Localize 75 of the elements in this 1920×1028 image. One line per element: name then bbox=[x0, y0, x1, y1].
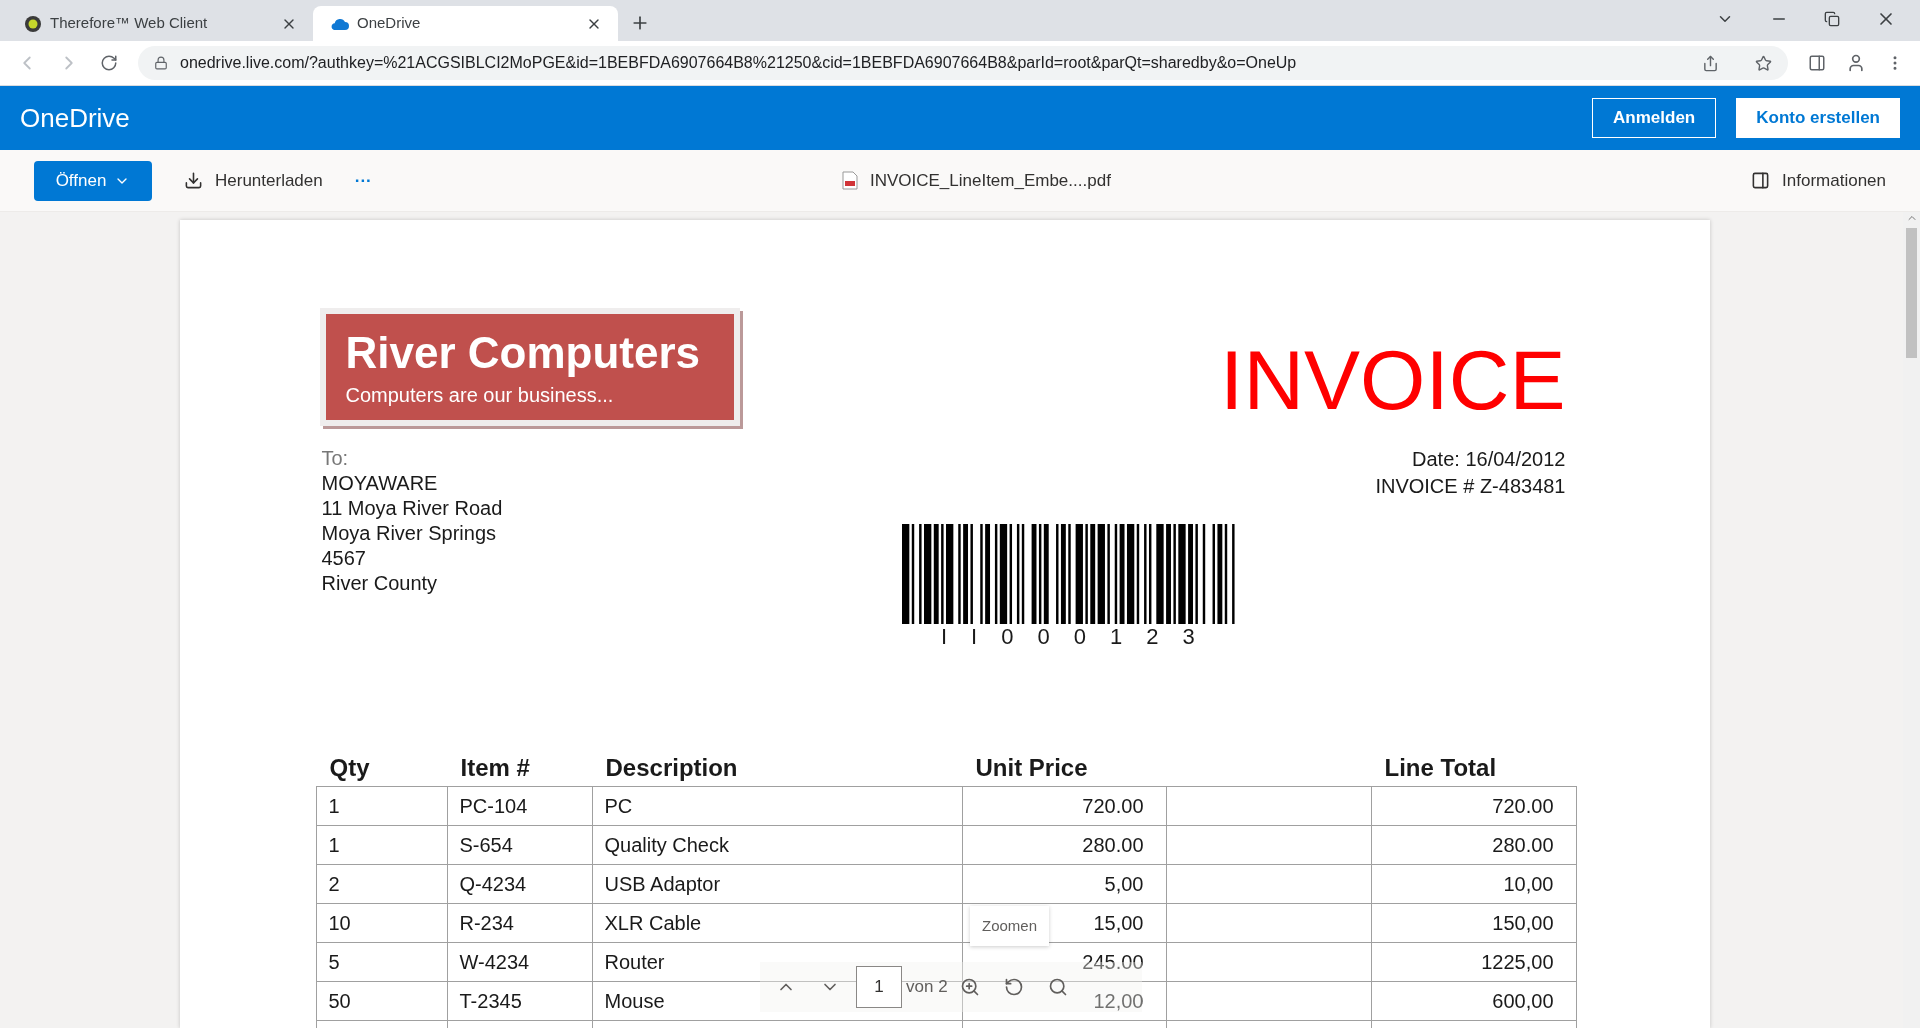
download-icon bbox=[184, 171, 203, 190]
table-cell: 1225,00 bbox=[1371, 943, 1577, 982]
column-header: Item # bbox=[460, 754, 530, 781]
bookmark-star-icon[interactable] bbox=[1755, 54, 1772, 72]
more-button[interactable]: ··· bbox=[354, 167, 372, 194]
circle-logo-icon bbox=[24, 14, 42, 33]
table-cell: XLR Cable bbox=[592, 904, 963, 943]
column-header: Qty bbox=[329, 754, 370, 781]
address-line: MOYAWARE bbox=[321, 471, 439, 496]
tab-title: OneDrive bbox=[357, 13, 422, 34]
invoice-number: INVOICE # Z-483481 bbox=[1375, 474, 1566, 499]
table-cell: 720.00 bbox=[962, 787, 1167, 826]
tooltip: Zoomen bbox=[970, 906, 1050, 946]
browser-tab[interactable]: OneDrive bbox=[313, 6, 618, 41]
table-cell: 10,00 bbox=[1371, 865, 1577, 904]
page-number-field[interactable]: 1 bbox=[856, 966, 902, 1008]
table-cell: Quality Check bbox=[592, 826, 963, 865]
table-cell: 10 bbox=[316, 904, 448, 943]
scrollbar-thumb[interactable] bbox=[1906, 228, 1917, 358]
table-cell: USB Adaptor bbox=[592, 865, 963, 904]
address-bar[interactable]: onedrive.live.com/?authkey=%21ACGSIBLCI2MoPGE&id=1BEBFDA6907664B8%21250&cid=1BEBFDA6907664B8&parId=root&parQt=sharedby&o=OneUp bbox=[138, 46, 1788, 80]
address-line: 11 Moya River Road bbox=[321, 496, 503, 521]
lock-icon bbox=[154, 56, 168, 70]
table-cell: Q-4234 bbox=[447, 865, 593, 904]
column-header: Line Total bbox=[1384, 754, 1497, 781]
table-cell: 600,00 bbox=[1371, 982, 1577, 1021]
table-cell: 720.00 bbox=[1371, 787, 1577, 826]
zoom-in-icon[interactable] bbox=[959, 977, 980, 997]
file-name: INVOICE_LineItem_Embe....pdf bbox=[869, 169, 1111, 192]
reload-icon[interactable] bbox=[100, 54, 118, 72]
barcode-number: II000123 bbox=[940, 626, 1219, 648]
table-cell: 5 bbox=[316, 943, 448, 982]
url-text: onedrive.live.com/?authkey=%21ACGSIBLCI2MoPGE&id=1BEBFDA6907664B8%21250&cid=1BEBFDA6907664B8&parId=root&parQt=sharedby&o=OneUp bbox=[180, 53, 1298, 73]
table-cell: W-4234 bbox=[447, 943, 593, 982]
share-icon[interactable] bbox=[1702, 54, 1719, 72]
table-cell: 1 bbox=[316, 826, 448, 865]
info-button[interactable]: Informationen bbox=[1751, 167, 1886, 194]
address-line: 4567 bbox=[321, 546, 367, 571]
company-name: River Computers bbox=[345, 326, 702, 379]
column-header: Description bbox=[605, 754, 738, 781]
rotate-icon[interactable] bbox=[1003, 977, 1024, 997]
pdf-file-icon bbox=[841, 171, 858, 190]
table-cell: 5,00 bbox=[962, 865, 1167, 904]
tagline: Computers are our business... bbox=[345, 382, 615, 408]
table-cell: PC-104 bbox=[447, 787, 593, 826]
sign-in-button[interactable]: Anmelden bbox=[1592, 98, 1717, 138]
table-cell: 50 bbox=[316, 982, 448, 1021]
table-cell: 280.00 bbox=[1371, 826, 1577, 865]
table-cell: R-234 bbox=[447, 904, 593, 943]
brand-name: OneDrive bbox=[20, 101, 131, 135]
table-cell: PC bbox=[592, 787, 963, 826]
side-panel-icon[interactable] bbox=[1808, 54, 1826, 72]
table-cell: 2 bbox=[316, 865, 448, 904]
table-cell: 12,00 bbox=[962, 982, 1167, 1021]
download-button[interactable]: Herunterladen bbox=[184, 167, 323, 194]
to-label: To: bbox=[321, 446, 350, 471]
restore-icon[interactable] bbox=[1824, 11, 1840, 27]
tab-title: Therefore™ Web Client bbox=[50, 13, 209, 34]
invoice-date: Date: 16/04/2012 bbox=[1412, 447, 1566, 472]
browser-tab[interactable]: Therefore™ Web Client bbox=[8, 6, 313, 41]
table-cell: 1 bbox=[316, 787, 448, 826]
table-cell: 280.00 bbox=[962, 826, 1167, 865]
create-account-button[interactable]: Konto erstellen bbox=[1736, 98, 1900, 138]
invoice-title: INVOICE bbox=[1220, 338, 1566, 422]
address-line: Moya River Springs bbox=[321, 521, 497, 546]
info-panel-icon bbox=[1751, 171, 1771, 190]
cloud-icon bbox=[329, 16, 349, 31]
search-icon[interactable] bbox=[1047, 977, 1068, 997]
table-cell: T-2345 bbox=[447, 982, 593, 1021]
open-button[interactable]: Öffnen bbox=[34, 160, 152, 201]
address-line: River County bbox=[321, 571, 439, 596]
column-header: Unit Price bbox=[975, 754, 1088, 781]
table-cell: 150,00 bbox=[1371, 904, 1577, 943]
table-cell: S-654 bbox=[447, 826, 593, 865]
profile-icon[interactable] bbox=[1846, 53, 1866, 73]
